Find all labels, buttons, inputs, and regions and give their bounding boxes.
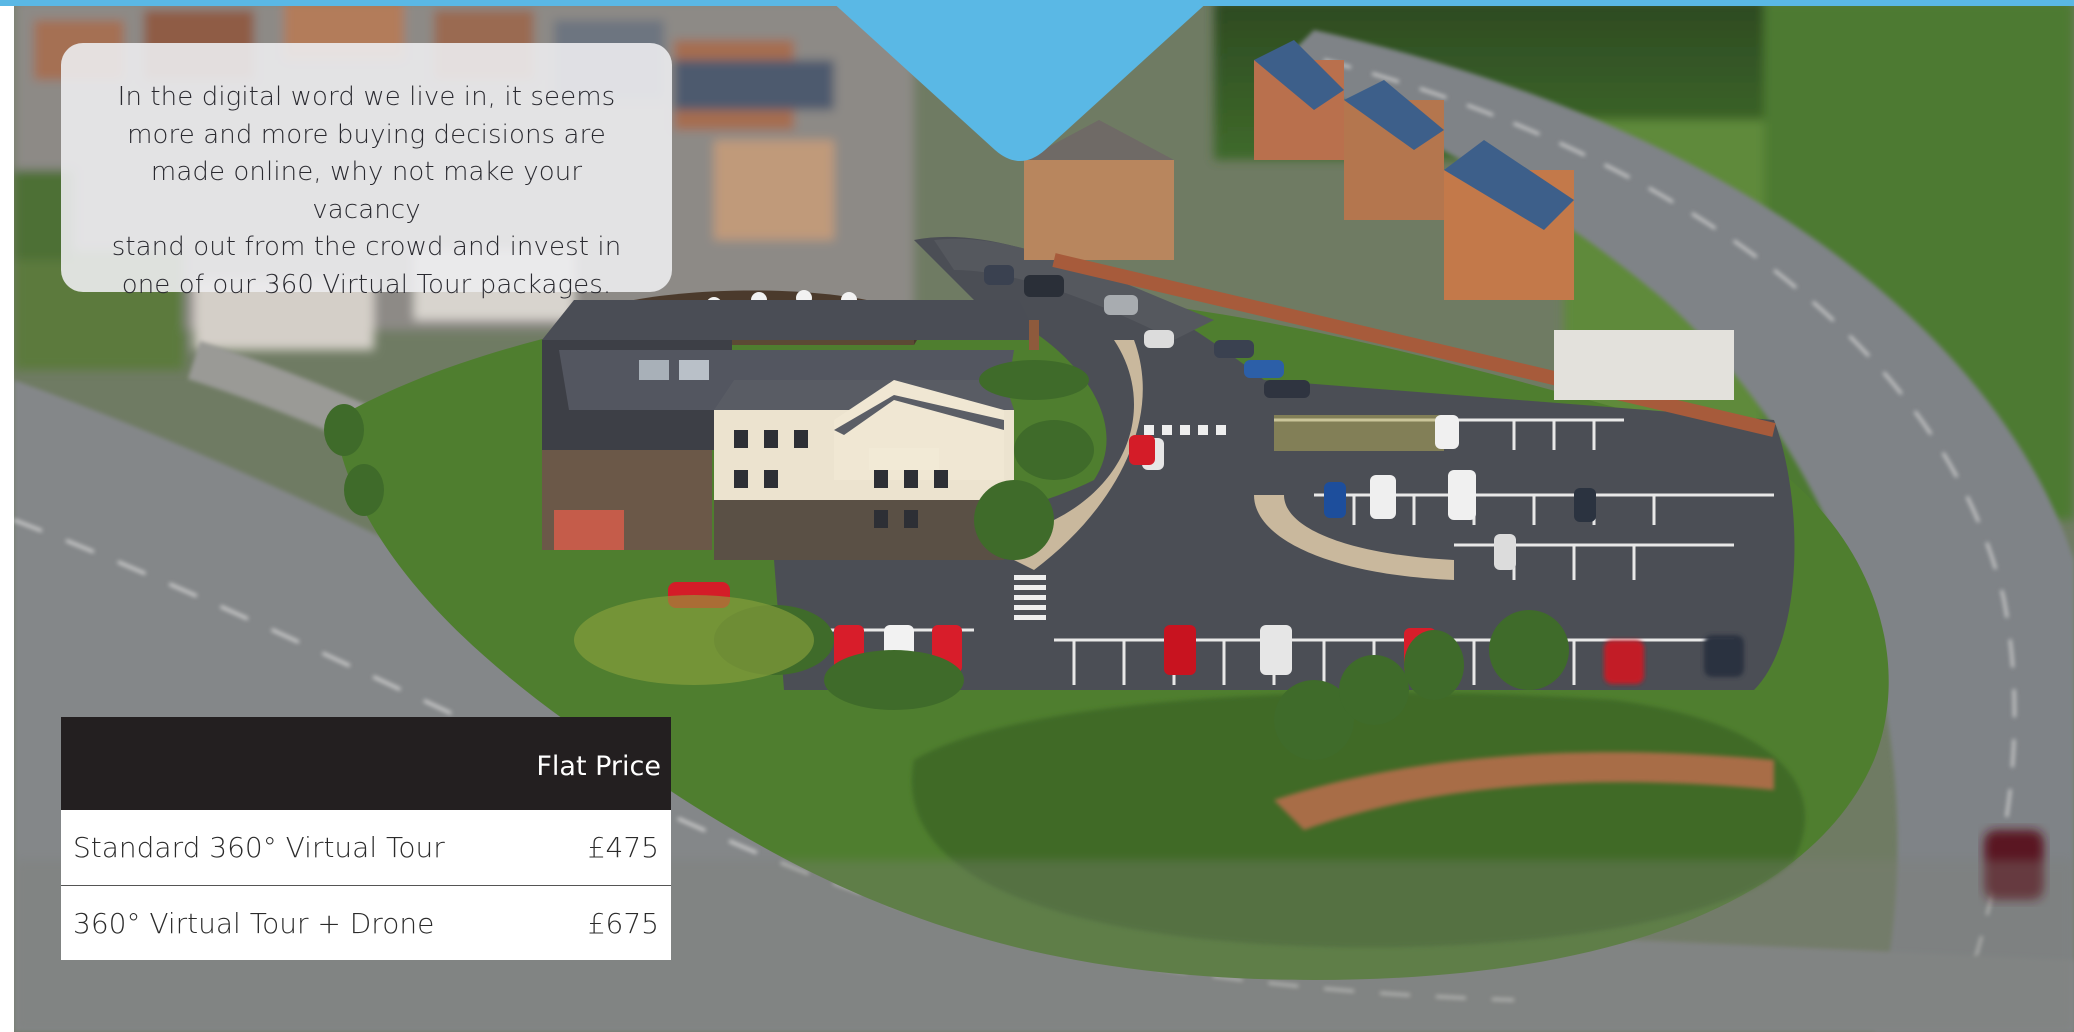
package-price: £675 (587, 906, 659, 940)
pricing-table: Flat Price Standard 360° Virtual Tour £4… (61, 717, 671, 960)
flat-price-heading: Flat Price (536, 751, 661, 782)
page: In the digital word we live in, it seems… (0, 0, 2074, 1032)
intro-text: In the digital word we live in, it seems… (95, 79, 638, 304)
package-name: Standard 360° Virtual Tour (73, 831, 445, 864)
intro-card: In the digital word we live in, it seems… (61, 43, 672, 300)
chevron-shape (830, 0, 1210, 161)
chevron-down-icon (830, 0, 1210, 161)
package-name: 360° Virtual Tour + Drone (73, 906, 435, 940)
intro-line: made online, why not make your vacancy (150, 157, 583, 225)
intro-line: In the digital word we live in, it seems (117, 82, 616, 112)
intro-line: stand out from the crowd and invest in (111, 232, 622, 262)
table-row: 360° Virtual Tour + Drone £675 (61, 885, 671, 960)
pricing-table-header: Flat Price (61, 717, 671, 810)
table-row: Standard 360° Virtual Tour £475 (61, 810, 671, 885)
package-price: £475 (587, 831, 659, 864)
intro-line: one of our 360 Virtual Tour packages. (121, 269, 612, 300)
intro-line: more and more buying decisions are (127, 119, 606, 150)
